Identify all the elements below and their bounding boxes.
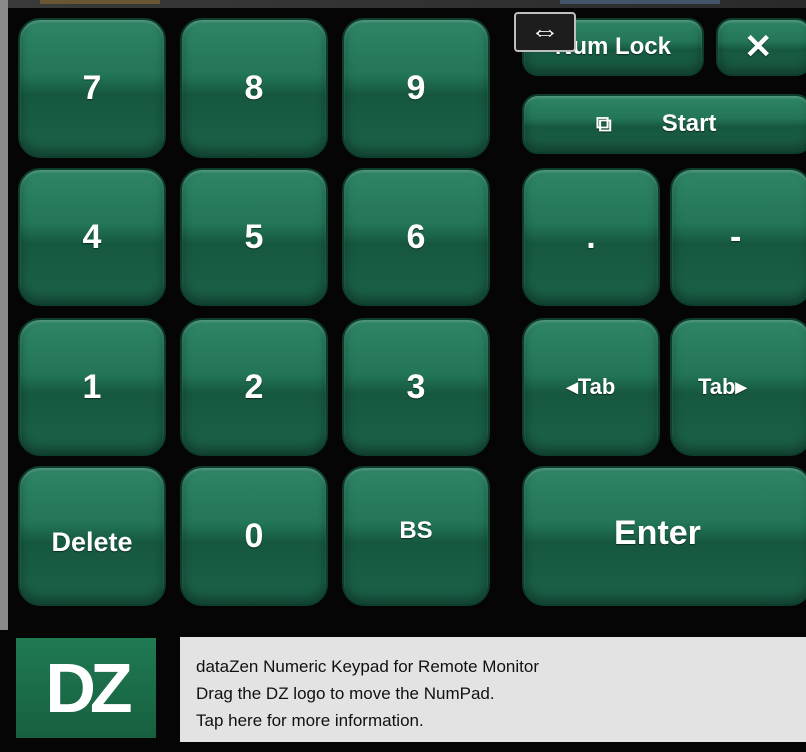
tab-back-button[interactable]: ◂Tab [522, 318, 660, 456]
info-panel[interactable]: dataZen Numeric Keypad for Remote Monito… [180, 637, 806, 742]
backspace-label: BS [399, 517, 433, 544]
tab-back-label: ◂Tab [566, 374, 616, 399]
delete-button[interactable]: Delete [18, 466, 166, 606]
tab-forward-label: Tab▸ [698, 374, 747, 399]
key-8-label: 8 [244, 68, 264, 107]
backspace-button[interactable]: BS [342, 466, 490, 606]
key-0[interactable]: 0 [180, 466, 328, 606]
close-icon: ✕ [744, 28, 773, 66]
info-line-title: dataZen Numeric Keypad for Remote Monito… [196, 657, 539, 676]
resize-icon[interactable]: ⇔ [514, 12, 576, 52]
dz-logo-text: DZ [45, 649, 132, 727]
start-label: Start [661, 110, 717, 137]
key-7[interactable]: 7 [18, 18, 166, 158]
delete-label: Delete [51, 526, 133, 557]
minus-button[interactable]: - [670, 168, 806, 306]
key-5-label: 5 [244, 217, 264, 256]
info-line-tap-hint: Tap here for more information. [196, 711, 424, 730]
start-button[interactable]: ⧉ Start [522, 94, 806, 154]
decimal-label: . [586, 217, 596, 256]
key-6[interactable]: 6 [342, 168, 490, 306]
enter-label: Enter [614, 513, 701, 552]
key-7-label: 7 [82, 68, 102, 107]
key-5[interactable]: 5 [180, 168, 328, 306]
key-4[interactable]: 4 [18, 168, 166, 306]
key-0-label: 0 [244, 516, 264, 555]
numpad-window: 7 8 9 4 5 6 1 2 3 Delete 0 BS Num Lock ✕… [0, 0, 806, 752]
decimal-button[interactable]: . [522, 168, 660, 306]
key-8[interactable]: 8 [180, 18, 328, 158]
key-9[interactable]: 9 [342, 18, 490, 158]
dz-logo-drag-handle[interactable]: DZ [16, 638, 156, 738]
key-3[interactable]: 3 [342, 318, 490, 456]
key-1-label: 1 [82, 367, 102, 406]
background-app-strip [0, 0, 806, 8]
tab-forward-button[interactable]: Tab▸ [670, 318, 806, 456]
window-left-edge [0, 0, 8, 630]
key-2[interactable]: 2 [180, 318, 328, 456]
minus-label: - [730, 217, 742, 256]
key-1[interactable]: 1 [18, 318, 166, 456]
key-4-label: 4 [82, 217, 102, 256]
key-9-label: 9 [406, 68, 426, 107]
info-line-drag-hint: Drag the DZ logo to move the NumPad. [196, 684, 495, 703]
resize-arrows-icon: ⇔ [530, 15, 560, 48]
key-2-label: 2 [244, 367, 264, 406]
key-6-label: 6 [406, 217, 426, 256]
close-button[interactable]: ✕ [716, 18, 806, 76]
enter-button[interactable]: Enter [522, 466, 806, 606]
window-restore-icon: ⧉ [596, 111, 612, 136]
key-3-label: 3 [406, 367, 426, 406]
